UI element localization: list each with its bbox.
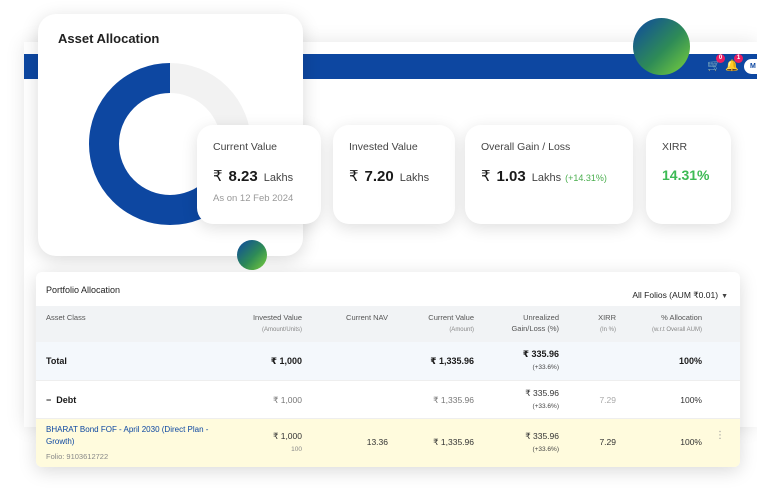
col-invested-value[interactable]: Invested Value (Amount/Units) bbox=[232, 312, 302, 336]
profile-button[interactable]: M bbox=[744, 59, 757, 74]
gain-percentage: (+14.31%) bbox=[565, 173, 607, 183]
xirr-label: XIRR bbox=[662, 141, 688, 153]
xirr-card: XIRR 14.31% bbox=[646, 125, 731, 224]
chevron-down-icon: ▼ bbox=[721, 293, 728, 300]
total-allocation: 100% bbox=[678, 356, 702, 366]
unit: Lakhs bbox=[531, 172, 562, 184]
bell-badge: 1 bbox=[734, 54, 743, 63]
fund-name-link[interactable]: BHARAT Bond FOF - April 2030 (Direct Pla… bbox=[46, 424, 224, 447]
collapse-toggle-icon[interactable]: − bbox=[46, 395, 51, 405]
amount: 7.20 bbox=[364, 168, 394, 185]
debt-current-value: ₹ 1,335.96 bbox=[433, 395, 474, 405]
gain-amount: ₹ 335.96 bbox=[522, 349, 559, 359]
col-sublabel: Gain/Loss (%) bbox=[511, 324, 559, 333]
col-sublabel: (In %) bbox=[599, 327, 616, 333]
currency-symbol: ₹ bbox=[349, 168, 359, 185]
total-gain: ₹ 335.96 (+33.6%) bbox=[489, 348, 559, 374]
decorative-blob bbox=[237, 240, 267, 270]
invested-amount: ₹ 1,000 bbox=[272, 431, 302, 441]
col-unrealized-gain[interactable]: Unrealized Gain/Loss (%) bbox=[489, 312, 559, 334]
unit: Lakhs bbox=[263, 172, 294, 184]
debt-xirr: 7.29 bbox=[599, 395, 616, 405]
col-sublabel: (w.r.t Overall AUM) bbox=[651, 327, 702, 333]
fund-xirr: 7.29 bbox=[599, 437, 616, 447]
overall-gain-label: Overall Gain / Loss bbox=[481, 141, 571, 153]
bell-icon[interactable]: 🔔 1 bbox=[725, 54, 743, 72]
col-sublabel: (Amount/Units) bbox=[261, 327, 302, 333]
gain-percentage: (+33.6%) bbox=[532, 403, 559, 410]
invested-value-amount: ₹7.20 Lakhs bbox=[349, 167, 429, 185]
table-row-fund[interactable]: BHARAT Bond FOF - April 2030 (Direct Pla… bbox=[36, 418, 740, 467]
col-label: Current Value bbox=[428, 313, 474, 322]
col-label: Invested Value bbox=[252, 313, 302, 322]
portfolio-allocation-title: Portfolio Allocation bbox=[46, 285, 121, 295]
total-label: Total bbox=[46, 356, 67, 366]
current-value-amount: ₹8.23 Lakhs bbox=[213, 167, 293, 185]
total-invested: ₹ 1,000 bbox=[270, 356, 302, 366]
fund-current-value: ₹ 1,335.96 bbox=[433, 437, 474, 447]
col-label: XIRR bbox=[598, 313, 616, 322]
gain-amount: ₹ 335.96 bbox=[525, 388, 559, 398]
portfolio-allocation-table: Portfolio Allocation All Folios (AUM ₹0.… bbox=[36, 272, 740, 467]
as-on-date: As on 12 Feb 2024 bbox=[213, 193, 294, 204]
current-value-card: Current Value ₹8.23 Lakhs As on 12 Feb 20… bbox=[197, 125, 321, 224]
currency-symbol: ₹ bbox=[481, 168, 491, 185]
col-label: Unrealized bbox=[523, 313, 559, 322]
cart-badge: 0 bbox=[716, 54, 725, 63]
col-current-value[interactable]: Current Value (Amount) bbox=[404, 312, 474, 336]
col-xirr[interactable]: XIRR (In %) bbox=[576, 312, 616, 336]
gain-percentage: (+33.6%) bbox=[532, 446, 559, 453]
xirr-value: 14.31% bbox=[662, 167, 710, 183]
gain-amount: ₹ 335.96 bbox=[525, 431, 559, 441]
unit: Lakhs bbox=[399, 172, 430, 184]
debt-gain: ₹ 335.96 (+33.6%) bbox=[489, 387, 559, 413]
col-allocation[interactable]: % Allocation (w.r.t Overall AUM) bbox=[626, 312, 702, 336]
overall-gain-card: Overall Gain / Loss ₹1.03 Lakhs (+14.31%) bbox=[465, 125, 633, 224]
folio-filter-dropdown[interactable]: All Folios (AUM ₹0.01) ▼ bbox=[632, 290, 728, 301]
fund-invested: ₹ 1,000 100 bbox=[232, 430, 302, 456]
col-asset-class[interactable]: Asset Class bbox=[46, 312, 86, 323]
invested-value-card: Invested Value ₹7.20 Lakhs bbox=[333, 125, 455, 224]
debt-allocation: 100% bbox=[680, 395, 702, 405]
fund-gain: ₹ 335.96 (+33.6%) bbox=[489, 430, 559, 456]
amount: 1.03 bbox=[496, 168, 526, 185]
debt-label: Debt bbox=[56, 395, 77, 405]
folio-filter-value: All Folios (AUM ₹0.01) bbox=[632, 290, 719, 300]
invested-value-label: Invested Value bbox=[349, 141, 418, 153]
current-value-label: Current Value bbox=[213, 141, 278, 153]
total-current-value: ₹ 1,335.96 bbox=[430, 356, 474, 366]
table-row-debt[interactable]: − Debt ₹ 1,000 ₹ 1,335.96 ₹ 335.96 (+33.6… bbox=[36, 380, 740, 418]
units: 100 bbox=[291, 446, 302, 453]
fund-allocation: 100% bbox=[680, 437, 702, 447]
table-header: Asset Class Invested Value (Amount/Units)… bbox=[36, 306, 740, 342]
col-sublabel: (Amount) bbox=[449, 327, 474, 333]
currency-symbol: ₹ bbox=[213, 168, 223, 185]
gain-percentage: (+33.6%) bbox=[532, 364, 559, 371]
fund-nav: 13.36 bbox=[366, 437, 388, 447]
table-row-total: Total ₹ 1,000 ₹ 1,335.96 ₹ 335.96 (+33.6%… bbox=[36, 342, 740, 380]
decorative-blob bbox=[633, 18, 690, 75]
debt-invested: ₹ 1,000 bbox=[272, 395, 302, 405]
amount: 8.23 bbox=[228, 168, 258, 185]
cart-icon[interactable]: 🛒 0 bbox=[707, 54, 725, 72]
debt-category[interactable]: − Debt bbox=[46, 394, 76, 406]
col-current-nav[interactable]: Current NAV bbox=[318, 312, 388, 323]
overall-gain-amount: ₹1.03 Lakhs (+14.31%) bbox=[481, 167, 607, 185]
fund-folio-number: Folio: 9103612722 bbox=[46, 452, 109, 461]
asset-allocation-title: Asset Allocation bbox=[58, 31, 160, 46]
col-label: % Allocation bbox=[661, 313, 702, 322]
more-options-icon[interactable]: ⋮ bbox=[715, 431, 725, 441]
